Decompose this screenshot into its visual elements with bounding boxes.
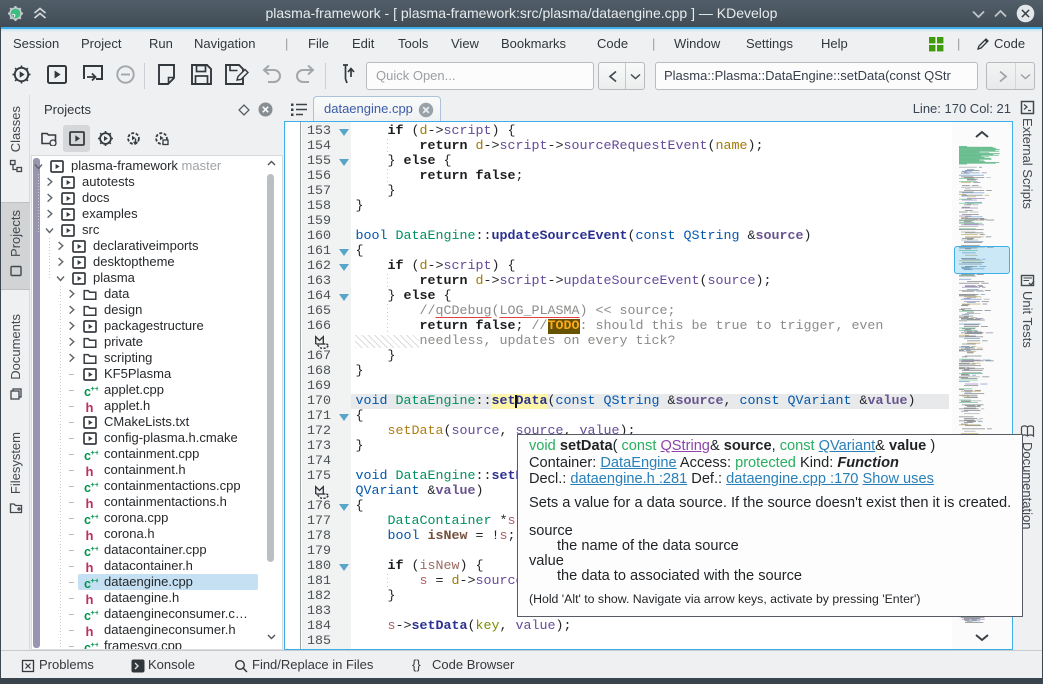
svg-text:++: ++ [91, 384, 99, 393]
svg-text:++: ++ [91, 544, 99, 553]
svg-text:++: ++ [91, 640, 99, 649]
svg-text:h: h [86, 528, 94, 542]
svg-text:h: h [86, 560, 94, 574]
svg-text:++: ++ [91, 576, 99, 585]
svg-text:h: h [86, 592, 94, 606]
svg-text:++: ++ [91, 448, 99, 457]
svg-text:++: ++ [91, 608, 99, 617]
svg-text:h: h [86, 496, 94, 510]
svg-text:h: h [86, 464, 94, 478]
svg-text:h: h [86, 624, 94, 638]
svg-text:++: ++ [91, 512, 99, 521]
svg-text:h: h [86, 400, 94, 414]
svg-text:++: ++ [91, 480, 99, 489]
